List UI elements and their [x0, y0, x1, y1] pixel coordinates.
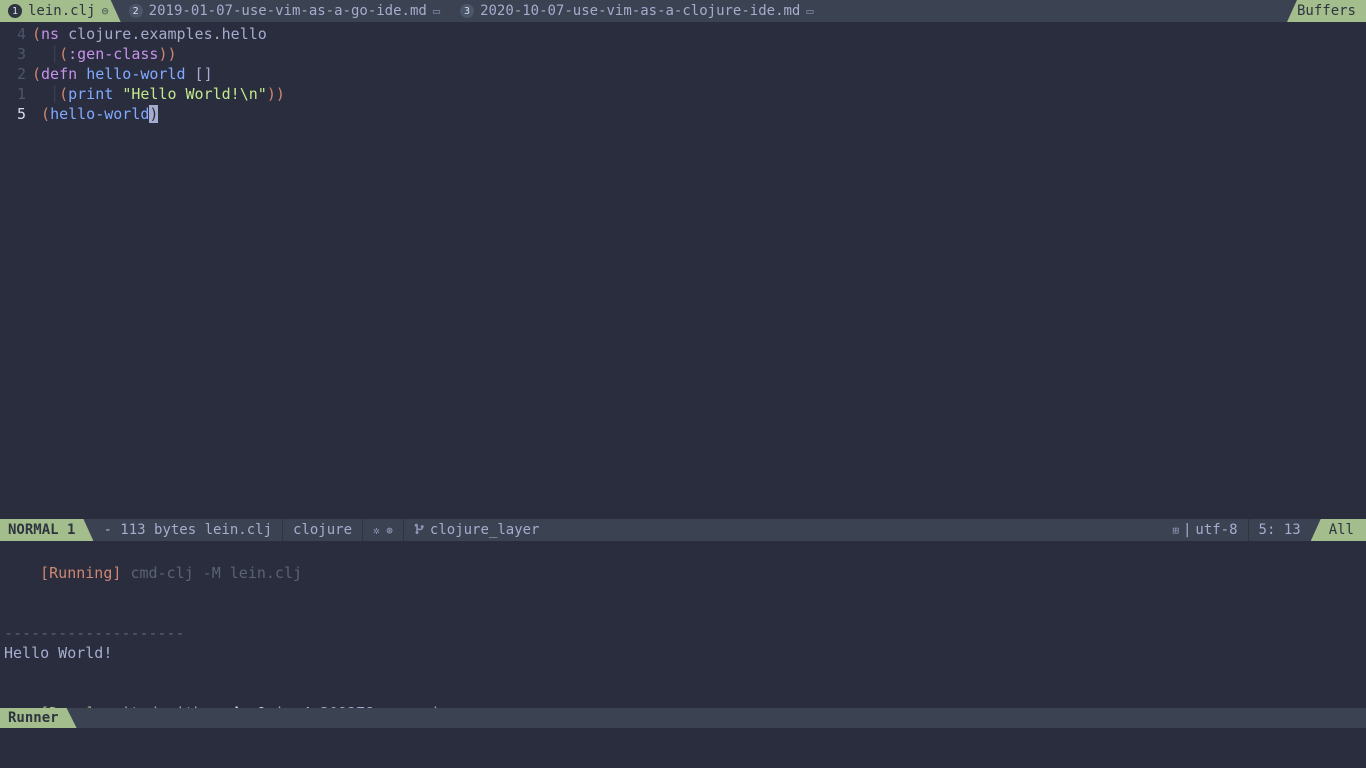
tab-filename: 2019-01-07-use-vim-as-a-go-ide.md: [149, 3, 427, 19]
cursor-position: 5: 13: [1249, 522, 1311, 538]
code-line[interactable]: 5 (hello-world): [0, 104, 1366, 124]
status-icon: ✲ ⊛: [373, 524, 393, 537]
tab-clojure-ide[interactable]: 3 2020-10-07-use-vim-as-a-clojure-ide.md…: [452, 0, 826, 22]
tab-filename: lein.clj: [28, 3, 95, 19]
tab-filename: 2020-10-07-use-vim-as-a-clojure-ide.md: [480, 3, 800, 19]
line-number: 1: [0, 84, 32, 104]
code-content: (hello-world): [32, 104, 158, 124]
tab-modified-icon: ▭: [806, 4, 813, 18]
runner-divider: --------------------: [4, 623, 1362, 643]
runner-pane[interactable]: [Running] cmd-clj -M lein.clj ----------…: [0, 541, 1366, 768]
os-encoding: ⊞ | utf-8: [1162, 519, 1248, 541]
encoding: utf-8: [1195, 522, 1237, 538]
code-line[interactable]: 3 │(:gen-class)): [0, 44, 1366, 64]
filetype: clojure: [283, 519, 363, 541]
code-content: (defn hello-world []: [32, 64, 213, 84]
line-number: 5: [0, 104, 32, 124]
layer-info: clojure_layer: [404, 519, 550, 541]
editor-pane[interactable]: 4(ns clojure.examples.hello3 │(:gen-clas…: [0, 22, 1366, 519]
code-content: │(print "Hello World!\n")): [32, 84, 285, 104]
running-label: [Running]: [40, 564, 121, 582]
tab-lein[interactable]: 1 lein.clj ⊜: [0, 0, 121, 22]
line-number: 2: [0, 64, 32, 84]
running-command: cmd-clj -M lein.clj: [130, 564, 302, 582]
code-content: (ns clojure.examples.hello: [32, 24, 267, 44]
scroll-percent: All: [1311, 519, 1366, 541]
statusline: NORMAL 1 - 113 bytes lein.clj clojure ✲ …: [0, 519, 1366, 541]
runner-output: Hello World!: [4, 643, 1362, 663]
tab-bar: 1 lein.clj ⊜ 2 2019-01-07-use-vim-as-a-g…: [0, 0, 1366, 22]
branch-icon: [414, 523, 426, 538]
windows-icon: ⊞: [1172, 524, 1179, 537]
tab-modified-icon: ▭: [433, 4, 440, 18]
git-icons: ✲ ⊛: [363, 519, 404, 541]
code-line[interactable]: 2(defn hello-world []: [0, 64, 1366, 84]
tab-number-icon: 3: [460, 4, 474, 18]
layer-name: clojure_layer: [430, 522, 540, 538]
tab-number-icon: 2: [129, 4, 143, 18]
buffers-label[interactable]: Buffers: [1287, 0, 1366, 22]
file-info: - 113 bytes lein.clj: [93, 519, 283, 541]
line-number: 4: [0, 24, 32, 44]
code-line[interactable]: 1 │(print "Hello World!\n")): [0, 84, 1366, 104]
mode-indicator: NORMAL 1: [0, 519, 93, 541]
tab-number-icon: 1: [8, 4, 22, 18]
tab-go-ide[interactable]: 2 2019-01-07-use-vim-as-a-go-ide.md ▭: [121, 0, 452, 22]
runner-panel-label: Runner: [0, 708, 77, 728]
runner-statusbar: [0, 708, 1366, 728]
line-number: 3: [0, 44, 32, 64]
tab-modified-icon: ⊜: [101, 4, 108, 18]
code-content: │(:gen-class)): [32, 44, 177, 64]
code-line[interactable]: 4(ns clojure.examples.hello: [0, 24, 1366, 44]
